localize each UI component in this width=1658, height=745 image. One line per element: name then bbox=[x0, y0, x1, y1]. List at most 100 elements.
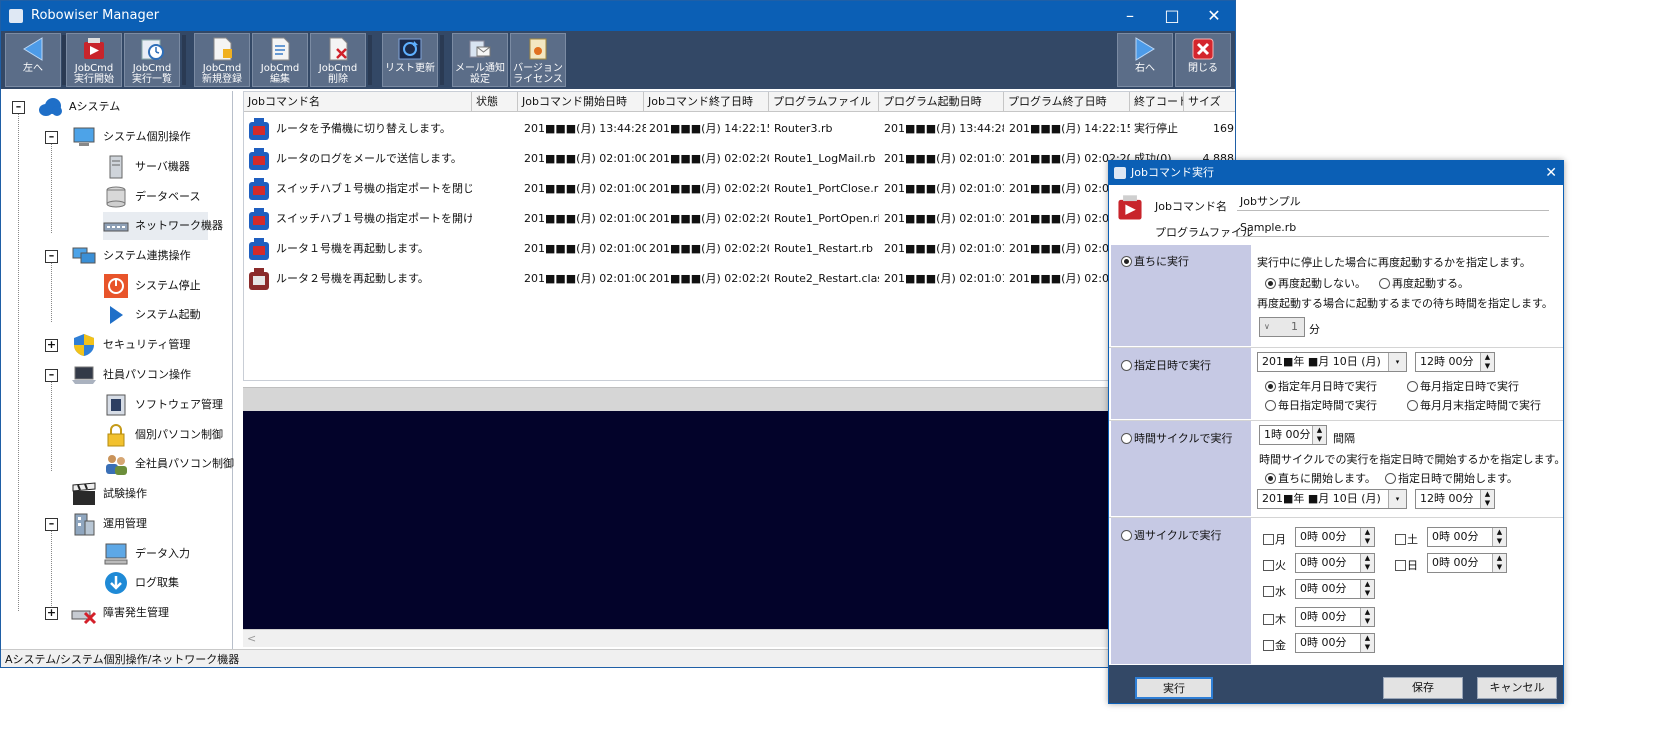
radio-icon bbox=[1385, 473, 1396, 484]
collapse-icon[interactable]: – bbox=[45, 518, 58, 531]
collapse-icon[interactable]: – bbox=[45, 131, 58, 144]
radio-no-restart[interactable]: 再度起動しない。 bbox=[1265, 275, 1366, 291]
scheduled-date-picker[interactable]: 201■年 ■月 10日 (月) ▾ bbox=[1257, 352, 1407, 372]
expand-icon[interactable]: + bbox=[45, 607, 58, 620]
table-row[interactable]: ルータ１号機を再起動します。 201■■■(月) 02:01:00 201■■■… bbox=[244, 234, 1235, 264]
column-header-name[interactable]: Jobコマンド名 bbox=[244, 92, 472, 112]
table-row[interactable]: ルータを予備機に切り替えします。 201■■■(月) 13:44:28 201■… bbox=[244, 114, 1235, 144]
column-header-size[interactable]: サイズ bbox=[1184, 92, 1235, 112]
column-header-end[interactable]: Jobコマンド終了日時 bbox=[644, 92, 769, 112]
calendar-icon[interactable]: ▾ bbox=[1388, 490, 1406, 508]
spinner-arrows-icon[interactable]: ▲ ▼ bbox=[1360, 608, 1374, 626]
scheduled-time-spinner[interactable]: 12時 00分 ▲ ▼ bbox=[1415, 352, 1495, 372]
minimize-icon[interactable]: – bbox=[1107, 1, 1153, 31]
run-button[interactable]: 実行 bbox=[1135, 677, 1213, 699]
radio-icon bbox=[1265, 473, 1276, 484]
sat-time-spinner[interactable]: 0時 00分 ▲ ▼ bbox=[1427, 527, 1507, 547]
title-bar[interactable]: Robowiser Manager – □ ✕ bbox=[1, 1, 1235, 31]
radio-sched-opt1[interactable]: 指定年月日時で実行 bbox=[1265, 378, 1377, 394]
mail-settings-button[interactable]: メール通知 設定 bbox=[452, 33, 508, 87]
expand-icon[interactable]: + bbox=[45, 339, 58, 352]
column-header-start[interactable]: Jobコマンド開始日時 bbox=[518, 92, 644, 112]
job-delete-button[interactable]: JobCmd 削除 bbox=[310, 33, 366, 87]
console-output[interactable] bbox=[243, 411, 1235, 629]
close-icon[interactable]: ✕ bbox=[1545, 161, 1557, 185]
checkbox-thu[interactable]: 木 bbox=[1263, 611, 1286, 627]
job-edit-button[interactable]: JobCmd 編集 bbox=[252, 33, 308, 87]
calendar-icon[interactable]: ▾ bbox=[1388, 353, 1406, 371]
spinner-arrows-icon[interactable]: ▲ ▼ bbox=[1360, 634, 1374, 652]
radio-sched-opt3[interactable]: 毎日指定時間で実行 bbox=[1265, 397, 1377, 413]
radio-scheduled[interactable]: 指定日時で実行 bbox=[1121, 357, 1211, 373]
fri-time-spinner[interactable]: 0時 00分 ▲ ▼ bbox=[1295, 633, 1375, 653]
column-header-prog-end[interactable]: プログラム終了日時 bbox=[1004, 92, 1130, 112]
close-icon[interactable]: ✕ bbox=[1191, 1, 1235, 31]
tree-item-network[interactable]: ネットワーク機器 bbox=[103, 212, 223, 240]
list-refresh-button[interactable]: リスト更新 bbox=[382, 33, 438, 87]
checkbox-sun[interactable]: 日 bbox=[1395, 557, 1418, 573]
cancel-button[interactable]: キャンセル bbox=[1477, 677, 1557, 699]
job-new-button[interactable]: JobCmd 新規登録 bbox=[194, 33, 250, 87]
wed-time-spinner[interactable]: 0時 00分 ▲ ▼ bbox=[1295, 579, 1375, 599]
table-row[interactable]: ルータのログをメールで送信します。 201■■■(月) 02:01:00 201… bbox=[244, 144, 1235, 174]
collapse-icon[interactable]: – bbox=[45, 369, 58, 382]
sun-time-spinner[interactable]: 0時 00分 ▲ ▼ bbox=[1427, 553, 1507, 573]
dialog-title-bar[interactable]: Jobコマンド実行 ✕ bbox=[1109, 161, 1563, 185]
save-button[interactable]: 保存 bbox=[1383, 677, 1463, 699]
radio-sched-opt4[interactable]: 毎月月末指定時間で実行 bbox=[1407, 397, 1541, 413]
collapse-icon[interactable]: – bbox=[12, 101, 25, 114]
cycle-date-picker[interactable]: 201■年 ■月 10日 (月) ▾ bbox=[1257, 489, 1407, 509]
radio-sched-opt2[interactable]: 毎月指定日時で実行 bbox=[1407, 378, 1519, 394]
right-button[interactable]: 右へ bbox=[1117, 33, 1173, 87]
spinner-arrows-icon[interactable]: ▲ ▼ bbox=[1492, 554, 1506, 572]
radio-cycle-sched[interactable]: 指定日時で開始します。 bbox=[1385, 470, 1518, 486]
spinner-arrows-icon[interactable]: ▲ ▼ bbox=[1480, 353, 1494, 371]
robot-icon bbox=[249, 178, 269, 200]
spinner-arrows-icon[interactable]: ▲ ▼ bbox=[1360, 580, 1374, 598]
tree-line bbox=[51, 262, 52, 322]
program-file-field[interactable]: Sample.rb bbox=[1237, 219, 1549, 237]
column-header-file[interactable]: プログラムファイル bbox=[769, 92, 879, 112]
window-title: Robowiser Manager bbox=[31, 8, 160, 23]
checkbox-wed-label: 水 bbox=[1275, 585, 1286, 598]
clapperboard-icon bbox=[72, 482, 96, 505]
table-row[interactable]: スイッチハブ１号機の指定ポートを閉じます。 201■■■(月) 02:01:00… bbox=[244, 174, 1235, 204]
cycle-interval-spinner[interactable]: 1時 00分 ▲ ▼ bbox=[1259, 425, 1327, 445]
spinner-arrows-icon[interactable]: ▲ ▼ bbox=[1480, 490, 1494, 508]
spinner-arrows-icon[interactable]: ▲ ▼ bbox=[1312, 426, 1326, 444]
job-name-field[interactable]: Jobサンプル bbox=[1237, 193, 1549, 211]
wait-minutes-select[interactable]: ∨ 1 bbox=[1259, 317, 1305, 337]
job-start-button[interactable]: JobCmd 実行開始 bbox=[66, 33, 122, 87]
radio-weekly[interactable]: 週サイクルで実行 bbox=[1121, 527, 1221, 543]
version-button[interactable]: バージョン ライセンス bbox=[510, 33, 566, 87]
cell-prog-start: 201■■■(月) 02:01:01 bbox=[884, 152, 1004, 165]
checkbox-tue[interactable]: 火 bbox=[1263, 557, 1286, 573]
spinner-arrows-icon[interactable]: ▲ ▼ bbox=[1492, 528, 1506, 546]
close-button[interactable]: 閉じる bbox=[1175, 33, 1231, 87]
horizontal-scrollbar[interactable]: < bbox=[243, 629, 1235, 647]
checkbox-sat[interactable]: 土 bbox=[1395, 531, 1418, 547]
maximize-icon[interactable]: □ bbox=[1149, 1, 1195, 31]
collapse-icon[interactable]: – bbox=[45, 250, 58, 263]
cell-start: 201■■■(月) 02:01:00 bbox=[524, 182, 646, 195]
spinner-arrows-icon[interactable]: ▲ ▼ bbox=[1360, 528, 1374, 546]
spinner-arrows-icon[interactable]: ▲ ▼ bbox=[1360, 554, 1374, 572]
checkbox-wed[interactable]: 水 bbox=[1263, 583, 1286, 599]
radio-restart[interactable]: 再度起動する。 bbox=[1379, 275, 1469, 291]
table-row[interactable]: スイッチハブ１号機の指定ポートを開けます。 201■■■(月) 02:01:00… bbox=[244, 204, 1235, 234]
radio-cycle[interactable]: 時間サイクルで実行 bbox=[1121, 430, 1232, 446]
column-header-prog-start[interactable]: プログラム起動日時 bbox=[879, 92, 1004, 112]
radio-cycle-now[interactable]: 直ちに開始します。 bbox=[1265, 470, 1376, 486]
radio-immediate[interactable]: 直ちに実行 bbox=[1121, 253, 1189, 269]
column-header-state[interactable]: 状態 bbox=[472, 92, 518, 112]
checkbox-fri[interactable]: 金 bbox=[1263, 637, 1286, 653]
left-button[interactable]: 左へ bbox=[5, 33, 61, 87]
tue-time-spinner[interactable]: 0時 00分 ▲ ▼ bbox=[1295, 553, 1375, 573]
column-header-exit-code[interactable]: 終了コード bbox=[1130, 92, 1184, 112]
mon-time-spinner[interactable]: 0時 00分 ▲ ▼ bbox=[1295, 527, 1375, 547]
thu-time-spinner[interactable]: 0時 00分 ▲ ▼ bbox=[1295, 607, 1375, 627]
checkbox-mon[interactable]: 月 bbox=[1263, 531, 1286, 547]
table-row[interactable]: ルータ２号機を再起動します。 201■■■(月) 02:01:00 201■■■… bbox=[244, 264, 1235, 294]
cycle-time-spinner[interactable]: 12時 00分 ▲ ▼ bbox=[1415, 489, 1495, 509]
job-list-button[interactable]: JobCmd 実行一覧 bbox=[124, 33, 180, 87]
